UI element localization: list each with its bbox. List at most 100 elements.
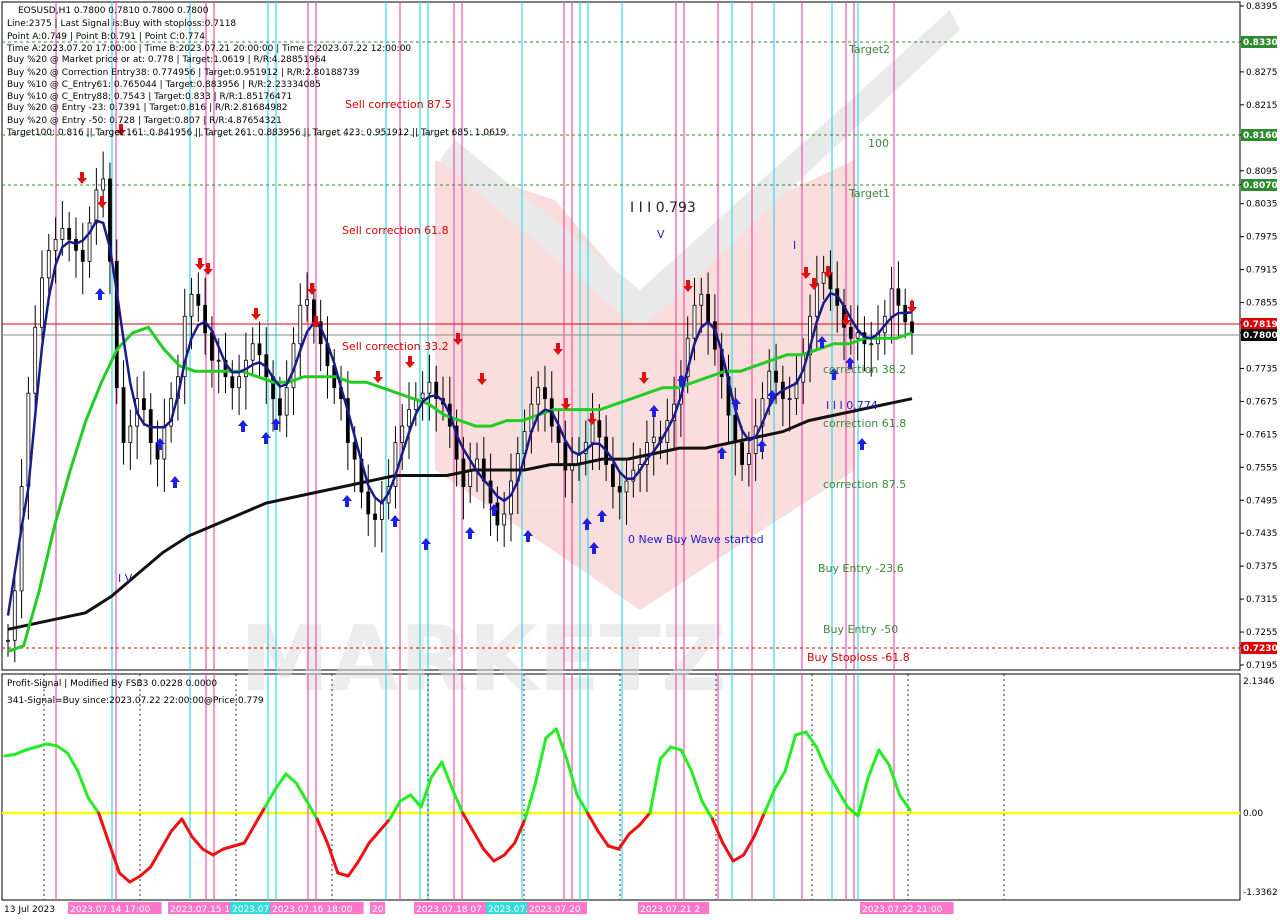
- candle-body: [706, 293, 710, 323]
- candle-body: [536, 387, 541, 405]
- target1-label: Target1: [848, 187, 890, 200]
- info-line: Buy %20 @ Correction Entry38: 0.774956 |…: [7, 68, 360, 78]
- candle-body: [495, 502, 500, 526]
- level-100-label: 100: [868, 137, 889, 150]
- price-tick-label: 0.7615: [1246, 430, 1278, 440]
- candle-body: [60, 228, 65, 240]
- candle-body: [53, 238, 58, 251]
- candle-body: [46, 249, 51, 279]
- correction-618: correction 61.8: [823, 417, 906, 430]
- price-tick-label: 0.7555: [1246, 463, 1278, 473]
- price-tick-label: 0.7255: [1246, 628, 1278, 638]
- candle-body: [373, 513, 377, 520]
- price-badge-label: 0.8070: [1243, 181, 1278, 191]
- candle-body: [740, 442, 744, 465]
- candle-body: [896, 288, 901, 306]
- candle-body: [855, 332, 860, 339]
- indicator-tick-zero: 0.00: [1243, 809, 1263, 819]
- info-line: Buy %10 @ C_Entry61: 0.765044 | Target:0…: [7, 80, 321, 90]
- candle-body: [611, 464, 615, 487]
- price-tick-label: 0.7855: [1246, 299, 1278, 309]
- candle-body: [699, 293, 704, 306]
- candle-body: [67, 228, 72, 240]
- info-line: Point A:0.749 | Point B:0.791 | Point C:…: [7, 32, 205, 42]
- target2-label: Target2: [848, 43, 890, 56]
- candle-body: [121, 387, 126, 443]
- candle-body: [617, 486, 622, 493]
- candle-body: [237, 376, 241, 389]
- price-tick-label: 0.8275: [1246, 68, 1278, 78]
- candle-body: [651, 436, 656, 443]
- indicator-title: Profit-Signal | Modified By FSB3 0.0228 …: [7, 679, 217, 689]
- candle-body: [94, 189, 99, 224]
- price-tick-label: 0.7375: [1246, 562, 1278, 572]
- time-label: 2023.07.16 18:00: [272, 905, 353, 915]
- sell-correction-332: Sell correction 33.2: [342, 340, 449, 353]
- info-line: Buy %10 @ C_Entry88: 0.7543 | Target:0.8…: [7, 92, 292, 102]
- candle-body: [189, 293, 194, 317]
- correction-382: correction 38.2: [823, 363, 906, 376]
- time-axis: 13 Jul 2023 2023.07.14 17:00 2023.07.15 12…: [4, 902, 954, 915]
- candle-body: [427, 381, 432, 394]
- candle-body: [774, 370, 778, 383]
- wave-iv-label: I V: [118, 572, 133, 585]
- buy-stoploss: Buy Stoploss -61.8: [807, 651, 910, 664]
- price-tick-label: 0.7915: [1246, 266, 1278, 276]
- candle-body: [407, 409, 411, 427]
- candle-body: [33, 326, 38, 394]
- candle-body: [502, 513, 507, 526]
- candle-body: [40, 277, 44, 328]
- price-badge-label: 0.8330: [1243, 38, 1278, 48]
- candle-body: [814, 282, 819, 317]
- candle-body: [216, 359, 221, 362]
- time-label: 2023.07.18 07: [416, 905, 482, 915]
- price-tick-label: 0.7195: [1246, 661, 1278, 671]
- price-tick-label: 0.7735: [1246, 364, 1278, 374]
- indicator-signal: 341-Signal=Buy since:2023.07.22 22:00:00…: [7, 696, 264, 706]
- time-label: 20: [372, 905, 384, 915]
- candle-body: [488, 480, 493, 504]
- candle-body: [692, 304, 697, 339]
- wave-b-label: I I I 0.793: [630, 200, 696, 216]
- indicator-tick-top: 2.1346: [1243, 677, 1275, 687]
- candle-body: [230, 376, 235, 389]
- info-line: Target100: 0.816 || Target 161: 0.841956…: [6, 128, 507, 138]
- time-label: 2023.07.20: [529, 905, 581, 915]
- candle-body: [379, 502, 384, 520]
- candle-body: [210, 332, 214, 361]
- info-line: Time A:2023.07.20 17:00:00 | Time B:2023…: [6, 44, 411, 54]
- candle-body: [753, 425, 758, 454]
- wave-v-label: V: [657, 228, 665, 241]
- oscillator-segment: [3, 752, 17, 758]
- candle-body: [910, 321, 914, 334]
- sell-correction-618: Sell correction 61.8: [342, 224, 449, 237]
- candle-body: [352, 442, 357, 460]
- candle-body: [128, 425, 133, 443]
- price-tick-label: 0.7675: [1246, 397, 1278, 407]
- candle-body: [420, 392, 425, 400]
- candle-body: [101, 178, 106, 191]
- price-tick-label: 0.8035: [1246, 200, 1278, 210]
- candle-body: [787, 398, 792, 401]
- price-chart: MARKETZ EOSUSD,H1 0.7800 0.7810 0.7800 0…: [1, 1, 1278, 915]
- time-label: 2023.07.14 17:00: [70, 905, 151, 915]
- candle-body: [848, 326, 853, 339]
- candle-body: [889, 288, 894, 317]
- candle-body: [277, 398, 282, 416]
- time-label: 2023.07.15 1: [170, 905, 230, 915]
- oscillator-segment: [45, 742, 59, 748]
- wave-c-label: I I I 0.774: [826, 399, 878, 412]
- candle-body: [80, 249, 85, 262]
- indicator-tick-bottom: -1.3362: [1243, 888, 1278, 898]
- candle-body: [597, 420, 602, 438]
- candle-body: [305, 299, 309, 306]
- time-label: 2023.07: [232, 905, 269, 915]
- candle-body: [869, 343, 874, 346]
- price-tick-label: 0.7315: [1246, 595, 1278, 605]
- price-tick-label: 0.8215: [1246, 101, 1278, 111]
- candle-body: [203, 304, 208, 334]
- candle-body: [624, 480, 629, 493]
- price-badge-label: 0.7230: [1243, 644, 1278, 654]
- price-badge-label: 0.7800: [1243, 331, 1278, 341]
- candle-body: [250, 343, 255, 361]
